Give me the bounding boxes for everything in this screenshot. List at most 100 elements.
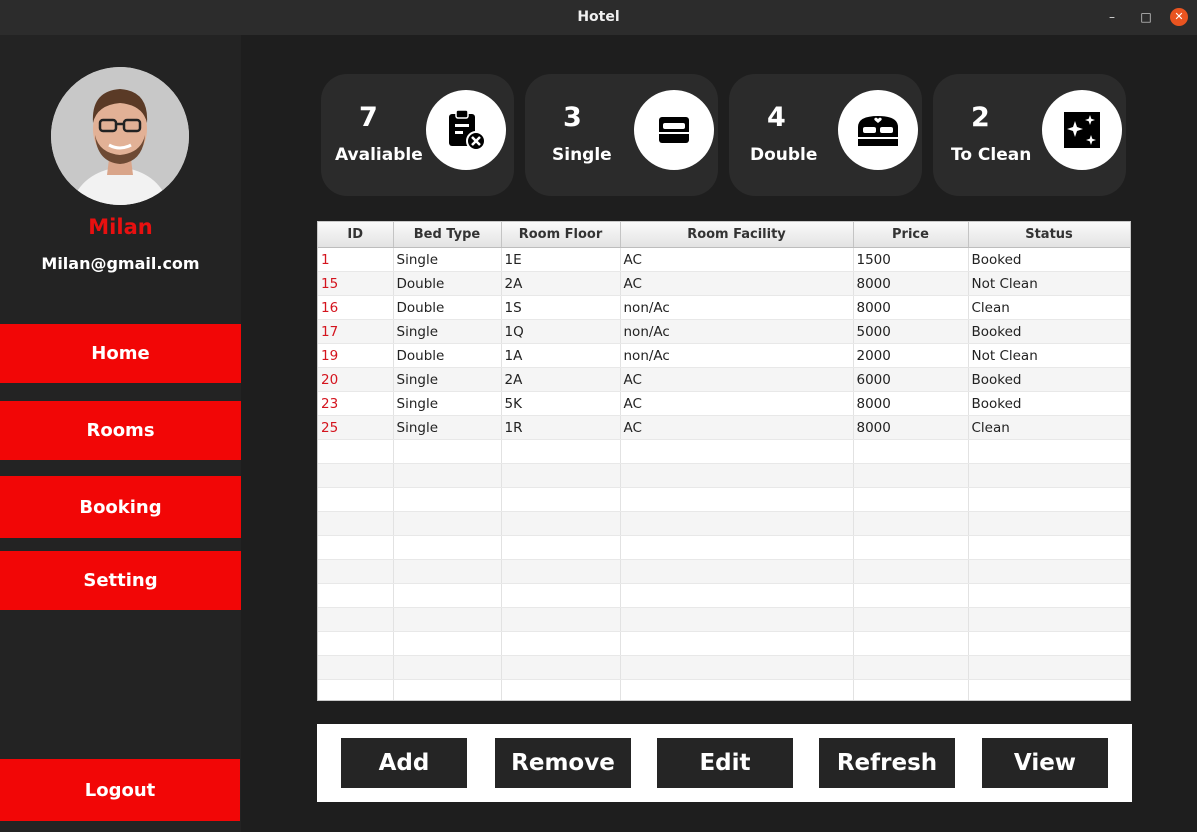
table-row-empty[interactable] xyxy=(318,535,1130,560)
refresh-button[interactable]: Refresh xyxy=(819,738,955,788)
table-cell: 1E xyxy=(501,247,621,272)
table-cell xyxy=(853,511,969,536)
maximize-icon[interactable]: □ xyxy=(1138,9,1154,25)
table-cell xyxy=(620,559,854,584)
table-row-empty[interactable] xyxy=(318,583,1130,608)
table-cell: 8000 xyxy=(853,295,969,320)
table-row[interactable]: 1 Single 1E AC 1500 Booked xyxy=(318,247,1130,272)
edit-button[interactable]: Edit xyxy=(657,738,793,788)
table-cell xyxy=(393,631,502,656)
table-row-empty[interactable] xyxy=(318,631,1130,656)
table-row[interactable]: 20 Single 2A AC 6000 Booked xyxy=(318,367,1130,392)
main-panel: 7 Avaliable 3 Single 4 Double 2 To Clean… xyxy=(241,35,1197,832)
window-title: Hotel xyxy=(577,9,620,25)
table-cell xyxy=(318,655,394,680)
table-cell xyxy=(393,439,502,464)
user-name: Milan xyxy=(88,215,153,239)
table-row-empty[interactable] xyxy=(318,607,1130,632)
table-cell: 2A xyxy=(501,271,621,296)
table-row-empty[interactable] xyxy=(318,679,1130,700)
table-cell: Double xyxy=(393,295,502,320)
table-cell xyxy=(968,679,1130,700)
table-cell xyxy=(393,463,502,488)
table-cell: 20 xyxy=(318,367,394,392)
rooms-table[interactable]: ID Bed Type Room Floor Room Facility Pri… xyxy=(317,221,1131,701)
table-row-empty[interactable] xyxy=(318,463,1130,488)
table-cell: Not Clean xyxy=(968,271,1130,296)
table-row-empty[interactable] xyxy=(318,559,1130,584)
table-cell: Double xyxy=(393,271,502,296)
table-cell xyxy=(501,511,621,536)
table-cell: 1S xyxy=(501,295,621,320)
table-cell: Single xyxy=(393,367,502,392)
table-row[interactable]: 23 Single 5K AC 8000 Booked xyxy=(318,391,1130,416)
table-cell: Single xyxy=(393,247,502,272)
table-cell xyxy=(853,583,969,608)
table-row-empty[interactable] xyxy=(318,511,1130,536)
sparkles-icon xyxy=(1042,90,1122,170)
column-header-bed-type[interactable]: Bed Type xyxy=(393,222,502,248)
table-cell xyxy=(501,679,621,700)
logout-button[interactable]: Logout xyxy=(0,759,240,821)
table-cell: Single xyxy=(393,415,502,440)
minimize-icon[interactable]: – xyxy=(1104,9,1120,25)
table-cell: 19 xyxy=(318,343,394,368)
table-cell: AC xyxy=(620,271,854,296)
table-cell xyxy=(853,463,969,488)
table-cell xyxy=(318,463,394,488)
table-cell: Single xyxy=(393,391,502,416)
table-cell xyxy=(620,655,854,680)
table-cell xyxy=(853,535,969,560)
table-cell xyxy=(620,631,854,656)
view-button[interactable]: View xyxy=(982,738,1108,788)
stat-card-single: 3 Single xyxy=(525,74,718,196)
table-row[interactable]: 17 Single 1Q non/Ac 5000 Booked xyxy=(318,319,1130,344)
table-row[interactable]: 19 Double 1A non/Ac 2000 Not Clean xyxy=(318,343,1130,368)
stat-value: 2 xyxy=(971,102,990,133)
table-cell: 16 xyxy=(318,295,394,320)
close-icon[interactable]: ✕ xyxy=(1170,8,1188,26)
table-cell xyxy=(968,487,1130,512)
table-cell xyxy=(968,583,1130,608)
column-header-status[interactable]: Status xyxy=(968,222,1130,248)
table-cell xyxy=(968,463,1130,488)
column-header-price[interactable]: Price xyxy=(853,222,969,248)
clipboard-x-icon xyxy=(426,90,506,170)
table-cell xyxy=(501,535,621,560)
table-cell xyxy=(501,607,621,632)
table-row[interactable]: 16 Double 1S non/Ac 8000 Clean xyxy=(318,295,1130,320)
table-cell: 1 xyxy=(318,247,394,272)
table-cell: Single xyxy=(393,319,502,344)
table-cell xyxy=(393,607,502,632)
rooms-button[interactable]: Rooms xyxy=(0,401,241,460)
table-cell: Clean xyxy=(968,295,1130,320)
table-cell xyxy=(318,535,394,560)
home-button[interactable]: Home xyxy=(0,324,241,383)
double-bed-icon xyxy=(838,90,918,170)
table-row-empty[interactable] xyxy=(318,439,1130,464)
table-cell: AC xyxy=(620,391,854,416)
table-cell xyxy=(501,463,621,488)
column-header-room-floor[interactable]: Room Floor xyxy=(501,222,621,248)
table-cell xyxy=(393,487,502,512)
table-cell: 6000 xyxy=(853,367,969,392)
column-header-id[interactable]: ID xyxy=(318,222,394,248)
table-cell: Booked xyxy=(968,247,1130,272)
table-cell xyxy=(853,559,969,584)
table-row-empty[interactable] xyxy=(318,655,1130,680)
table-cell: 2000 xyxy=(853,343,969,368)
table-row[interactable]: 25 Single 1R AC 8000 Clean xyxy=(318,415,1130,440)
remove-button[interactable]: Remove xyxy=(495,738,631,788)
table-cell: non/Ac xyxy=(620,295,854,320)
add-button[interactable]: Add xyxy=(341,738,467,788)
setting-button[interactable]: Setting xyxy=(0,551,241,610)
booking-button[interactable]: Booking xyxy=(0,476,241,538)
table-row-empty[interactable] xyxy=(318,487,1130,512)
table-cell xyxy=(318,487,394,512)
stat-card-double: 4 Double xyxy=(729,74,922,196)
table-cell xyxy=(318,607,394,632)
stat-value: 4 xyxy=(767,102,786,133)
table-cell: 15 xyxy=(318,271,394,296)
table-row[interactable]: 15 Double 2A AC 8000 Not Clean xyxy=(318,271,1130,296)
column-header-room-facility[interactable]: Room Facility xyxy=(620,222,854,248)
